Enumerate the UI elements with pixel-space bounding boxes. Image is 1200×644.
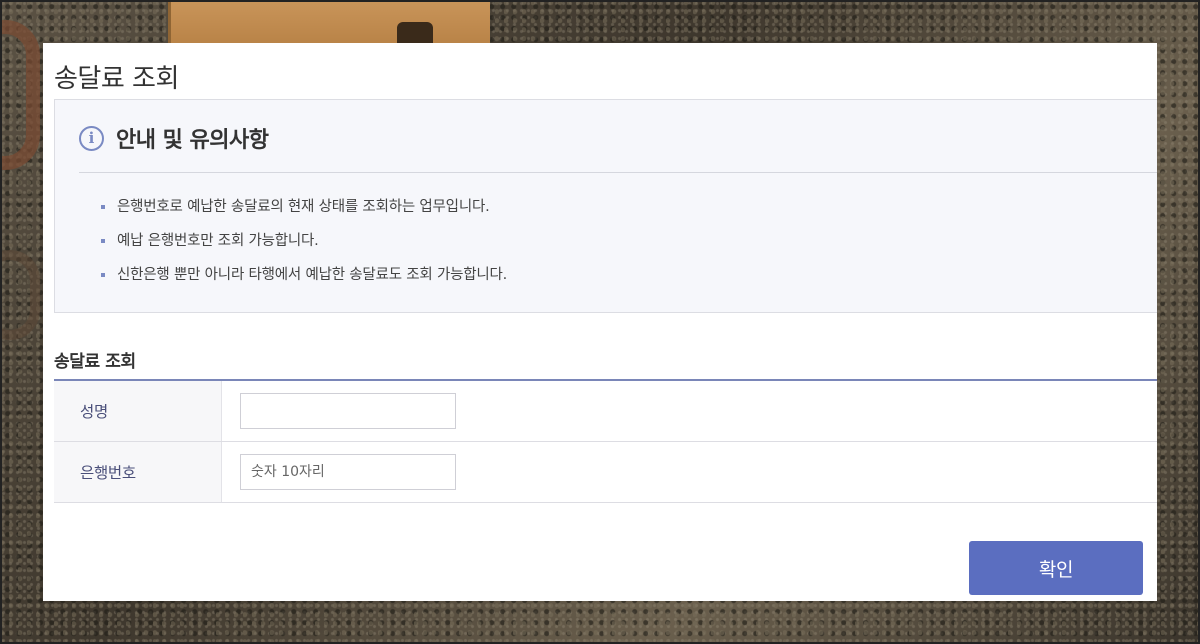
notice-title: 안내 및 유의사항 — [116, 128, 269, 153]
background-box — [168, 0, 490, 44]
notice-item: 신한은행 뿐만 아니라 타행에서 예납한 송달료도 조회 가능합니다. — [101, 264, 507, 298]
notice-header: i 안내 및 유의사항 — [79, 122, 269, 154]
form-row-name: 성명 — [54, 381, 1157, 442]
bank-number-cell — [222, 442, 1157, 502]
bank-number-label: 은행번호 — [54, 442, 222, 502]
background-object — [0, 20, 40, 170]
inquiry-panel: 송달료 조회 i 안내 및 유의사항 은행번호로 예납한 송달료의 현재 상태를… — [43, 43, 1157, 601]
name-cell — [222, 381, 1157, 441]
name-input[interactable] — [240, 393, 456, 429]
name-label: 성명 — [54, 381, 222, 441]
info-icon: i — [79, 125, 104, 151]
notice-divider — [79, 172, 1157, 173]
background-object-2 — [0, 250, 40, 340]
notice-box: i 안내 및 유의사항 은행번호로 예납한 송달료의 현재 상태를 조회하는 업… — [54, 99, 1157, 313]
notice-item: 은행번호로 예납한 송달료의 현재 상태를 조회하는 업무입니다. — [101, 196, 507, 230]
notice-list: 은행번호로 예납한 송달료의 현재 상태를 조회하는 업무입니다. 예납 은행번… — [101, 196, 507, 298]
section-title: 송달료 조회 — [54, 352, 136, 372]
page-title: 송달료 조회 — [54, 64, 179, 94]
notice-item: 예납 은행번호만 조회 가능합니다. — [101, 230, 507, 264]
form-row-bank-number: 은행번호 — [54, 442, 1157, 503]
confirm-button[interactable]: 확인 — [969, 541, 1143, 595]
inquiry-form-table: 성명 은행번호 — [54, 379, 1157, 503]
bank-number-input[interactable] — [240, 454, 456, 490]
